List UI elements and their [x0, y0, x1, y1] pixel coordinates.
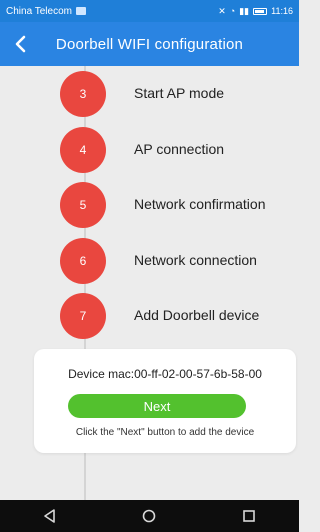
carrier-name: China Telecom	[6, 5, 72, 17]
step-number-badge: 3	[60, 71, 106, 117]
status-left: China Telecom	[6, 6, 86, 17]
status-bar: China Telecom ✕ ◔ ▮▮ 11:16	[0, 0, 299, 22]
status-right: ✕ ◔ ▮▮ 11:16	[218, 6, 293, 16]
chevron-left-icon	[15, 35, 26, 53]
battery-icon	[253, 7, 268, 15]
step-item: 7 Add Doorbell device	[0, 293, 299, 339]
step-number-badge: 6	[60, 238, 106, 284]
carrier-badge-icon	[75, 7, 86, 15]
clock: 11:16	[271, 6, 293, 16]
nav-back-button[interactable]	[35, 504, 65, 528]
back-button[interactable]	[6, 30, 34, 58]
next-button[interactable]: Next	[68, 394, 246, 418]
signal-icon: ▮▮	[239, 5, 250, 16]
step-item: 6 Network connection	[0, 238, 299, 284]
app-bar: Doorbell WIFI configuration	[0, 22, 299, 66]
step-label: Network connection	[134, 252, 257, 268]
device-mac-text: Device mac:00-ff-02-00-57-6b-58-00	[68, 367, 262, 381]
nav-recent-button[interactable]	[234, 504, 264, 528]
step-number-badge: 5	[60, 182, 106, 228]
add-device-card: Device mac:00-ff-02-00-57-6b-58-00 Next …	[34, 349, 296, 453]
wifi-icon: ◔	[229, 5, 236, 16]
vibrate-icon: ✕	[218, 5, 226, 16]
system-nav-bar	[0, 500, 299, 532]
page-title: Doorbell WIFI configuration	[55, 35, 244, 53]
step-item: 5 Network confirmation	[0, 182, 299, 228]
step-label: Add Doorbell device	[134, 307, 260, 323]
nav-home-button[interactable]	[134, 504, 164, 528]
step-number-badge: 4	[60, 127, 106, 173]
step-item: 3 Start AP mode	[0, 71, 299, 117]
step-label: AP connection	[134, 141, 225, 157]
step-label: Network confirmation	[134, 196, 266, 212]
step-item: 4 AP connection	[0, 127, 299, 173]
back-triangle-icon	[44, 509, 55, 523]
recent-square-icon	[243, 510, 255, 522]
step-label: Start AP mode	[134, 85, 225, 101]
step-number-badge: 7	[60, 293, 106, 339]
home-circle-icon	[143, 509, 156, 523]
hint-text: Click the "Next" button to add the devic…	[75, 427, 255, 438]
